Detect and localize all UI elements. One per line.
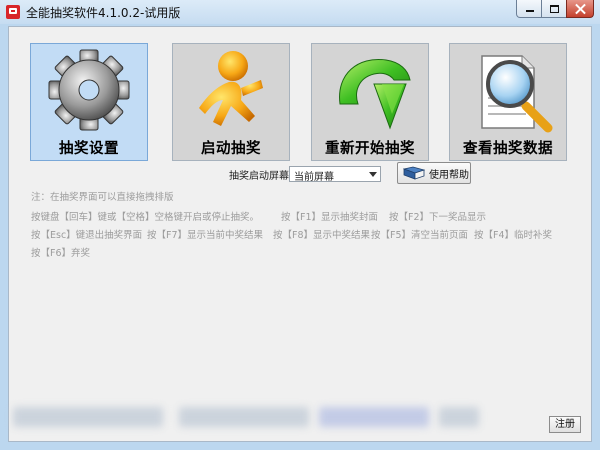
hint-text: 按【F2】下一奖品显示 — [389, 212, 487, 223]
lottery-settings-button[interactable]: 抽奖设置 — [30, 43, 148, 161]
start-screen-select[interactable]: 当前屏幕 — [289, 166, 381, 183]
view-lottery-data-button[interactable]: 查看抽奖数据 — [449, 43, 567, 161]
chevron-down-icon — [369, 172, 377, 177]
tile-label: 重新开始抽奖 — [325, 141, 415, 157]
blurred-region — [13, 407, 163, 427]
register-button[interactable]: 注册 — [549, 416, 581, 433]
title-bar: 全能抽奖软件4.1.0.2-试用版 — [0, 0, 600, 24]
hint-text: 按【F1】显示抽奖封面 — [281, 212, 379, 223]
hint-text: 按键盘【回车】键或【空格】空格键开启或停止抽奖。 — [31, 212, 260, 223]
blurred-region — [439, 407, 479, 427]
main-panel: 抽奖设置 启动抽奖 重新开始抽奖 查看抽奖数据 抽奖启动屏幕 当前屏幕 使用帮助… — [8, 26, 592, 442]
gear-icon — [48, 49, 130, 131]
book-icon — [403, 166, 425, 180]
blurred-region — [319, 407, 429, 427]
close-button[interactable] — [566, 0, 594, 18]
minimize-button[interactable] — [516, 0, 542, 18]
hint-text: 按【F5】清空当前页面 — [371, 230, 469, 241]
help-label: 使用帮助 — [429, 170, 469, 181]
blurred-region — [179, 407, 309, 427]
hint-text: 按【F4】临时补奖 — [474, 230, 553, 241]
tile-label: 查看抽奖数据 — [463, 141, 553, 157]
tile-label: 抽奖设置 — [59, 141, 119, 157]
window-title: 全能抽奖软件4.1.0.2-试用版 — [26, 6, 181, 20]
maximize-button[interactable] — [541, 0, 567, 18]
document-search-icon — [481, 55, 553, 133]
help-button[interactable]: 使用帮助 — [397, 162, 471, 184]
hint-note: 注：在抽奖界面可以直接拖拽排版 — [31, 192, 174, 203]
hint-text: 按【F7】显示当前中奖结果 — [147, 230, 264, 241]
hint-text: 按【F6】弃奖 — [31, 248, 91, 259]
start-screen-select-value: 当前屏幕 — [294, 172, 334, 183]
restart-lottery-button[interactable]: 重新开始抽奖 — [311, 43, 429, 161]
start-screen-label: 抽奖启动屏幕 — [229, 171, 289, 182]
hint-text: 按【F8】显示中奖结果 — [273, 230, 371, 241]
refresh-arrow-icon — [339, 58, 411, 130]
tile-label: 启动抽奖 — [201, 141, 261, 157]
hint-text: 按【Esc】键退出抽奖界面 — [31, 230, 143, 241]
app-icon — [6, 5, 20, 19]
start-lottery-button[interactable]: 启动抽奖 — [172, 43, 290, 161]
running-man-icon — [199, 51, 263, 126]
